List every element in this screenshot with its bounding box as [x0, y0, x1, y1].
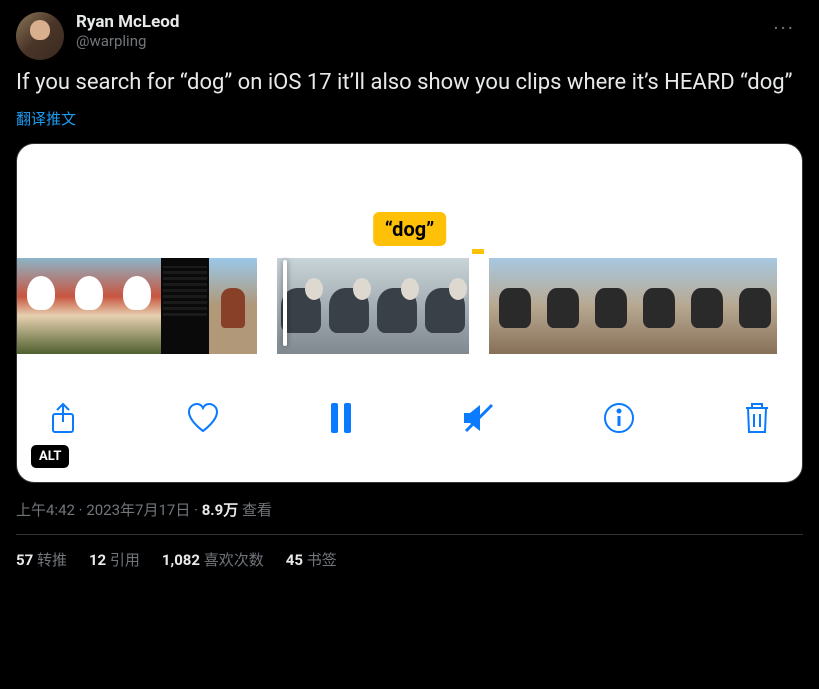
tweet-container: Ryan McLeod @warpling ··· If you search … — [0, 0, 819, 582]
retweets-stat[interactable]: 57 转推 — [16, 549, 67, 570]
heart-icon[interactable] — [185, 401, 221, 435]
clip-thumbnail — [633, 258, 681, 354]
clip-thumbnail — [489, 258, 537, 354]
views-label: 查看 — [238, 501, 272, 519]
clip-thumbnail — [729, 258, 777, 354]
meta-row[interactable]: 上午4:42 · 2023年7月17日 · 8.9万 查看 — [16, 499, 803, 520]
clip-thumbnail — [373, 258, 421, 354]
trash-icon[interactable] — [742, 400, 772, 436]
display-name: Ryan McLeod — [76, 12, 753, 32]
clip-group[interactable] — [277, 258, 469, 350]
clip-thumbnail — [65, 258, 113, 354]
more-menu-button[interactable]: ··· — [765, 12, 803, 44]
clip-thumbnail — [421, 258, 469, 354]
alt-badge[interactable]: ALT — [31, 445, 69, 468]
post-date: 2023年7月17日 — [86, 501, 190, 519]
clip-thumbnail — [209, 258, 257, 354]
quotes-stat[interactable]: 12 引用 — [89, 549, 140, 570]
media-card[interactable]: “dog” — [16, 143, 803, 483]
clip-group[interactable] — [489, 258, 777, 350]
clip-thumbnail — [537, 258, 585, 354]
share-icon[interactable] — [47, 400, 79, 436]
post-time: 上午4:42 — [16, 501, 75, 519]
translate-link[interactable]: 翻译推文 — [16, 108, 76, 129]
avatar[interactable] — [16, 12, 64, 60]
clips-timeline — [17, 254, 802, 360]
info-icon[interactable] — [602, 401, 636, 435]
clip-thumbnail — [17, 258, 65, 354]
media-top-area: “dog” — [17, 144, 802, 254]
search-tag-chip: “dog” — [373, 212, 447, 246]
chip-pointer — [472, 249, 484, 254]
pause-icon[interactable] — [327, 401, 355, 435]
clip-thumbnail — [585, 258, 633, 354]
views-count: 8.9万 — [202, 501, 239, 519]
media-controls — [17, 360, 802, 482]
stats-row: 57 转推 12 引用 1,082 喜欢次数 45 书签 — [16, 535, 803, 570]
tweet-text: If you search for “dog” on iOS 17 it’ll … — [16, 68, 803, 98]
clip-thumbnail — [325, 258, 373, 354]
playhead[interactable] — [283, 260, 287, 346]
mute-icon[interactable] — [460, 401, 496, 435]
clip-thumbnail — [681, 258, 729, 354]
bookmarks-stat[interactable]: 45 书签 — [286, 549, 337, 570]
clip-thumbnail — [161, 258, 209, 354]
handle: @warpling — [76, 32, 753, 50]
clip-thumbnail — [113, 258, 161, 354]
clip-group[interactable] — [17, 258, 257, 350]
tweet-header: Ryan McLeod @warpling ··· — [16, 12, 803, 60]
author-block[interactable]: Ryan McLeod @warpling — [76, 12, 753, 50]
likes-stat[interactable]: 1,082 喜欢次数 — [162, 549, 264, 570]
